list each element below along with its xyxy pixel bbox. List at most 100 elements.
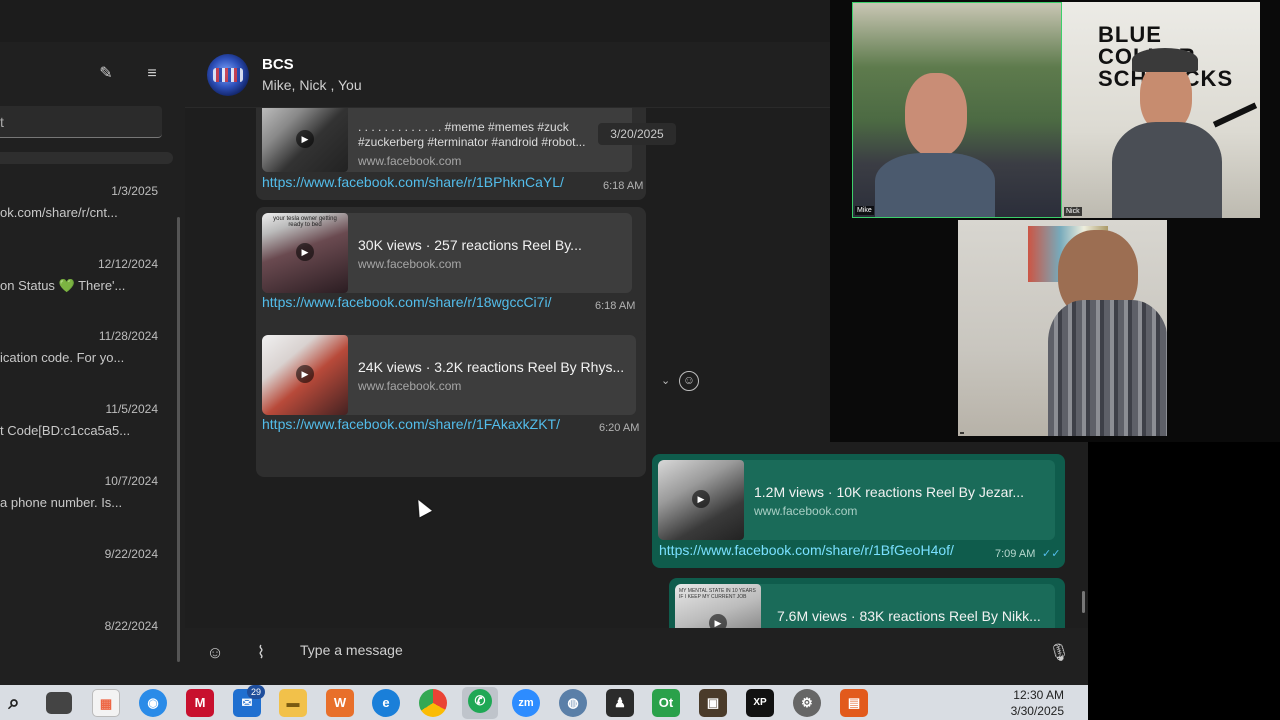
clock-date[interactable]: 3/30/2025 — [1002, 704, 1064, 718]
chevron-down-icon[interactable]: ⌄ — [661, 374, 670, 387]
preview-title: 24K views · 3.2K reactions Reel By Rhys.… — [358, 359, 625, 375]
chrome-icon[interactable] — [419, 689, 447, 717]
app-icon[interactable]: ♟ — [606, 689, 634, 717]
app-icon[interactable]: ▣ — [699, 689, 727, 717]
clock-time[interactable]: 12:30 AM — [1002, 688, 1064, 702]
chat-date: 1/3/2025 — [111, 184, 158, 198]
firefox-icon[interactable]: ◉ — [139, 689, 167, 717]
message-link[interactable]: https://www.facebook.com/share/r/1BPhknC… — [262, 174, 564, 190]
list-item[interactable]: 9/22/2024 — [0, 547, 170, 607]
video-call-panel: Mike BLUE COLLAR SCHMUCKS Nick — [830, 0, 1280, 442]
participant-label: Mike — [855, 206, 874, 215]
app-icon[interactable]: ▤ — [840, 689, 868, 717]
attach-icon[interactable]: ⌇ — [249, 641, 273, 665]
video-thumbnail[interactable]: ▶ — [658, 460, 744, 540]
video-tile[interactable]: BLUE COLLAR SCHMUCKS Nick — [1062, 2, 1260, 218]
video-tile[interactable] — [958, 220, 1167, 436]
wps-icon[interactable]: W — [326, 689, 354, 717]
play-icon: ▶ — [692, 490, 710, 508]
mouse-cursor — [412, 496, 432, 518]
list-item[interactable]: 12/12/2024 on Status 💚 There'... — [0, 257, 170, 317]
mail-badge: 29 — [247, 685, 265, 699]
play-icon: ▶ — [709, 614, 727, 628]
ot-icon[interactable]: Ot — [652, 689, 680, 717]
search-icon[interactable]: ⌕ — [0, 689, 28, 717]
zoom-icon[interactable]: zm — [512, 689, 540, 717]
message-bubble[interactable]: ▶ 24K views · 3.2K reactions Reel By Rhy… — [256, 329, 646, 477]
whatsapp-icon[interactable]: ✆ — [462, 687, 498, 719]
video-tile[interactable]: Mike — [852, 2, 1062, 218]
chat-date: 9/22/2024 — [104, 547, 158, 561]
link-preview[interactable]: your tesla owner getting ready to bed ▶ … — [262, 213, 632, 293]
chat-date: 10/7/2024 — [104, 474, 158, 488]
message-composer: ☺ ⌇ 🎙 — [185, 628, 1088, 685]
chat-date: 8/22/2024 — [104, 619, 158, 633]
filter-icon[interactable]: ≡ — [140, 62, 164, 86]
search-input[interactable]: t — [0, 106, 162, 138]
video-thumbnail[interactable]: MY MENTAL STATE IN 10 YEARS IF I KEEP MY… — [675, 584, 761, 628]
link-preview[interactable]: MY MENTAL STATE IN 10 YEARS IF I KEEP MY… — [675, 584, 1055, 628]
avatar[interactable] — [207, 54, 249, 96]
video-thumbnail[interactable]: ▶ — [262, 108, 348, 172]
task-view-icon[interactable] — [46, 692, 72, 714]
taskbar: ⌕ ▦ ◉ M ✉ 29 ▬ W e ✆ zm ◍ ♟ Ot ▣ XP ⚙ ▤ … — [0, 685, 1088, 720]
compose-icon[interactable]: ✎ — [94, 62, 118, 86]
read-receipt-icon: ✓✓ — [1042, 548, 1061, 560]
preview-site: www.facebook.com — [358, 154, 462, 168]
participant-shirt — [875, 153, 995, 217]
chat-date: 12/12/2024 — [97, 257, 158, 271]
video-thumbnail[interactable]: ▶ — [262, 335, 348, 415]
list-item[interactable]: 11/5/2024 t Code[BD:c1cca5a5... — [0, 402, 170, 462]
message-bubble[interactable]: ▶ . . . . . . . . . . . . . #meme #memes… — [256, 108, 646, 200]
message-link[interactable]: https://www.facebook.com/share/r/18wgccC… — [262, 294, 551, 310]
participant-face — [905, 73, 967, 157]
microphone-arm — [1212, 102, 1258, 128]
message-time: 7:09 AM — [995, 548, 1036, 560]
filter-chip-bar[interactable] — [0, 152, 173, 164]
chat-preview: a phone number. Is... — [0, 495, 123, 510]
store-icon[interactable]: ▦ — [92, 689, 120, 717]
participant-shirt — [1048, 300, 1167, 436]
preview-title: 1.2M views · 10K reactions Reel By Jezar… — [754, 484, 1024, 500]
preview-site: www.facebook.com — [358, 379, 462, 393]
list-item[interactable]: 8/22/2024 — [0, 619, 170, 679]
chat-preview: ok.com/share/r/cnt... — [0, 205, 118, 220]
group-members: Mike, Nick , You — [262, 77, 362, 93]
microphone-icon[interactable]: 🎙 — [1047, 641, 1071, 665]
preview-snippet: #zuckerberg #terminator #android #robot.… — [358, 135, 586, 149]
link-preview[interactable]: ▶ 1.2M views · 10K reactions Reel By Jez… — [658, 460, 1055, 540]
participant-hat — [1132, 48, 1198, 72]
play-icon: ▶ — [296, 130, 314, 148]
message-bubble[interactable]: MY MENTAL STATE IN 10 YEARS IF I KEEP MY… — [669, 578, 1065, 628]
message-bubble[interactable]: ▶ 1.2M views · 10K reactions Reel By Jez… — [652, 454, 1065, 568]
app-icon[interactable]: ◍ — [559, 689, 587, 717]
chat-scrollbar[interactable] — [1082, 591, 1085, 613]
video-thumbnail[interactable]: your tesla owner getting ready to bed ▶ — [262, 213, 348, 293]
screen: ✎ ≡ t 1/3/2025 ok.com/share/r/cnt... 12/… — [0, 0, 1280, 720]
message-link[interactable]: https://www.facebook.com/share/r/1FAkaxk… — [262, 416, 560, 432]
list-item[interactable]: 11/28/2024 ication code. For yo... — [0, 329, 170, 389]
list-item[interactable]: 10/7/2024 a phone number. Is... — [0, 474, 170, 534]
xp-pen-icon[interactable]: XP — [746, 689, 774, 717]
link-preview[interactable]: ▶ . . . . . . . . . . . . . #meme #memes… — [262, 108, 632, 172]
play-icon: ▶ — [296, 365, 314, 383]
list-item[interactable]: 1/3/2025 ok.com/share/r/cnt... — [0, 184, 170, 244]
file-explorer-icon[interactable]: ▬ — [279, 689, 307, 717]
message-input[interactable] — [300, 642, 900, 658]
mcafee-icon[interactable]: M — [186, 689, 214, 717]
link-preview[interactable]: ▶ 24K views · 3.2K reactions Reel By Rhy… — [262, 335, 636, 415]
emoji-reaction-icon[interactable]: ☺ — [679, 371, 699, 391]
preview-site: www.facebook.com — [754, 504, 858, 518]
edge-icon[interactable]: e — [372, 689, 400, 717]
chat-preview: on Status 💚 There'... — [0, 278, 126, 293]
play-icon: ▶ — [296, 243, 314, 261]
sidebar-scrollbar[interactable] — [177, 217, 180, 662]
chat-date: 11/5/2024 — [105, 402, 159, 416]
preview-title: 30K views · 257 reactions Reel By... — [358, 237, 582, 253]
message-link[interactable]: https://www.facebook.com/share/r/1BfGeoH… — [659, 542, 954, 558]
message-time: 6:18 AM — [603, 180, 644, 192]
emoji-icon[interactable]: ☺ — [203, 641, 227, 665]
settings-icon[interactable]: ⚙ — [793, 689, 821, 717]
participant-label: Nick — [1064, 207, 1082, 216]
preview-site: www.facebook.com — [358, 257, 462, 271]
